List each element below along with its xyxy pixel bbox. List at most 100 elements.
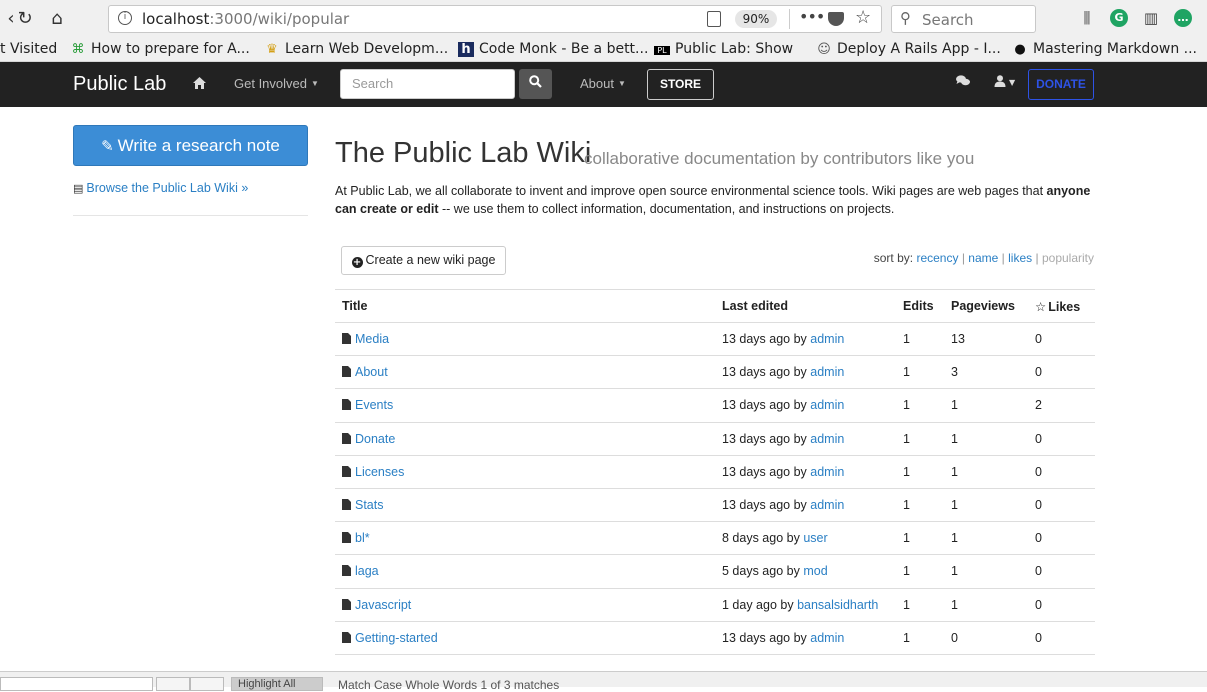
write-research-note-button[interactable]: ✎ Write a research note: [73, 125, 308, 166]
cell-title: Media: [335, 322, 715, 357]
info-icon[interactable]: i: [118, 11, 132, 25]
edited-time: 13 days ago by: [722, 365, 807, 380]
bookmark-item[interactable]: ● Mastering Markdown ...: [1012, 41, 1197, 57]
sidebar-icon[interactable]: ▥: [1142, 9, 1160, 27]
author-link[interactable]: admin: [810, 631, 844, 645]
cell-title: Javascript: [335, 588, 715, 622]
bookmark-most-visited[interactable]: t Visited: [0, 41, 57, 57]
cell-pageviews: 1: [944, 554, 1028, 589]
cell-pageviews: 1: [944, 588, 1028, 622]
author-link[interactable]: bansalsidharth: [797, 598, 878, 612]
donate-button[interactable]: DONATE: [1028, 69, 1094, 100]
bookmark-label: How to prepare for A...: [91, 41, 250, 57]
cell-last-edited: 13 days ago by admin: [715, 621, 896, 655]
sort-label: sort by:: [873, 251, 914, 265]
cell-title: Donate: [335, 422, 715, 456]
reader-view-icon[interactable]: [707, 11, 721, 27]
store-button[interactable]: STORE: [647, 69, 714, 100]
wiki-page-link[interactable]: About: [355, 365, 388, 379]
wiki-page-link[interactable]: Javascript: [355, 598, 411, 612]
url-bar[interactable]: i localhost:3000/wiki/popular 90% ••• ☆: [108, 5, 882, 33]
bookmark-item[interactable]: ☺ Deploy A Rails App - I...: [816, 41, 1001, 57]
bookmark-item[interactable]: ♛ Learn Web Developm...: [264, 41, 448, 57]
search-button[interactable]: [519, 69, 552, 99]
chat-extension-icon[interactable]: …: [1174, 9, 1192, 27]
table-row: Events 13 days ago by admin 1 1 2: [335, 388, 1095, 423]
get-involved-menu[interactable]: Get Involved ▼: [234, 76, 319, 91]
author-link[interactable]: admin: [810, 498, 844, 512]
about-menu[interactable]: About ▼: [580, 76, 626, 91]
cell-last-edited: 13 days ago by admin: [715, 355, 896, 390]
cell-likes: 0: [1028, 621, 1095, 655]
cell-last-edited: 13 days ago by admin: [715, 422, 896, 456]
cell-title: Licenses: [335, 455, 715, 489]
find-input[interactable]: [0, 677, 153, 691]
bookmarks-toolbar: t Visited ⌘ How to prepare for A... ♛ Lear…: [0, 38, 1207, 62]
page-subtitle: collaborative documentation by contribut…: [584, 149, 975, 168]
wiki-page-link[interactable]: Media: [355, 332, 389, 346]
sort-likes-link[interactable]: likes: [1008, 251, 1032, 265]
wiki-page-link[interactable]: Licenses: [355, 465, 404, 479]
author-link[interactable]: mod: [803, 564, 827, 578]
intro-text: At Public Lab, we all collaborate to inv…: [335, 184, 1047, 198]
site-search-input[interactable]: Search: [340, 69, 515, 99]
author-link[interactable]: admin: [810, 465, 844, 479]
sort-popularity-active: popularity: [1041, 251, 1094, 265]
author-link[interactable]: admin: [810, 365, 844, 379]
bookmark-favicon-icon: ♛: [266, 42, 278, 57]
wiki-page-link[interactable]: Stats: [355, 498, 384, 512]
intro-text: -- we use them to collect information, d…: [438, 202, 895, 216]
zoom-indicator[interactable]: 90%: [735, 10, 777, 28]
wiki-page-link[interactable]: Donate: [355, 432, 395, 446]
wiki-page-link[interactable]: Getting-started: [355, 631, 438, 645]
file-icon: [342, 631, 351, 643]
find-previous-button[interactable]: [156, 677, 190, 691]
bookmark-label: Mastering Markdown ...: [1033, 41, 1198, 57]
user-menu[interactable]: ▼: [994, 75, 1015, 91]
comments-icon[interactable]: [956, 75, 970, 91]
find-next-button[interactable]: [190, 677, 224, 691]
author-link[interactable]: user: [803, 531, 827, 545]
library-icon[interactable]: ⫼: [1078, 9, 1096, 27]
brand-logo[interactable]: Public Lab: [73, 73, 166, 96]
wiki-page-link[interactable]: Events: [355, 398, 393, 412]
header-likes-label: Likes: [1048, 299, 1081, 314]
page-actions-icon[interactable]: •••: [799, 7, 825, 26]
cell-last-edited: 13 days ago by admin: [715, 488, 896, 523]
home-icon[interactable]: ⌂: [46, 8, 68, 30]
sort-controls: sort by: recency | name | likes | popula…: [873, 251, 1094, 265]
header-likes: ☆ Likes: [1028, 289, 1095, 323]
bookmark-star-icon[interactable]: ☆: [855, 7, 871, 28]
cell-edits: 1: [896, 388, 944, 423]
create-wiki-page-button[interactable]: + Create a new wiki page: [341, 246, 506, 275]
url-text[interactable]: localhost:3000/wiki/popular: [142, 10, 349, 28]
write-button-label: Write a research note: [117, 136, 280, 155]
browse-wiki-link[interactable]: ▤ Browse the Public Lab Wiki »: [73, 181, 248, 195]
edited-time: 5 days ago by: [722, 564, 800, 579]
sort-name-link[interactable]: name: [968, 251, 998, 265]
pencil-icon: ✎: [101, 137, 114, 155]
cell-edits: 1: [896, 422, 944, 456]
edited-time: 13 days ago by: [722, 431, 807, 446]
home-nav-icon[interactable]: [193, 76, 206, 92]
cell-pageviews: 1: [944, 422, 1028, 456]
grammarly-icon[interactable]: G: [1110, 9, 1128, 27]
bookmark-item[interactable]: PL Public Lab: Show: [654, 41, 793, 57]
reload-icon[interactable]: ↻: [14, 8, 36, 30]
sort-recency-link[interactable]: recency: [916, 251, 958, 265]
cell-title: Getting-started: [335, 621, 715, 655]
pocket-icon[interactable]: [828, 12, 844, 26]
author-link[interactable]: admin: [810, 332, 844, 346]
author-link[interactable]: admin: [810, 398, 844, 412]
cell-likes: 0: [1028, 554, 1095, 589]
file-icon: [342, 432, 351, 444]
bookmark-item[interactable]: ⌘ How to prepare for A...: [70, 41, 250, 57]
author-link[interactable]: admin: [810, 432, 844, 446]
highlight-all-button[interactable]: Highlight All: [231, 677, 323, 691]
cell-pageviews: 1: [944, 521, 1028, 556]
wiki-page-link[interactable]: laga: [355, 564, 379, 578]
bookmark-item[interactable]: h Code Monk - Be a bett...: [458, 41, 648, 57]
cell-likes: 0: [1028, 588, 1095, 622]
browser-search-input[interactable]: ⚲ Search: [891, 5, 1036, 33]
wiki-page-link[interactable]: bl*: [355, 531, 370, 545]
